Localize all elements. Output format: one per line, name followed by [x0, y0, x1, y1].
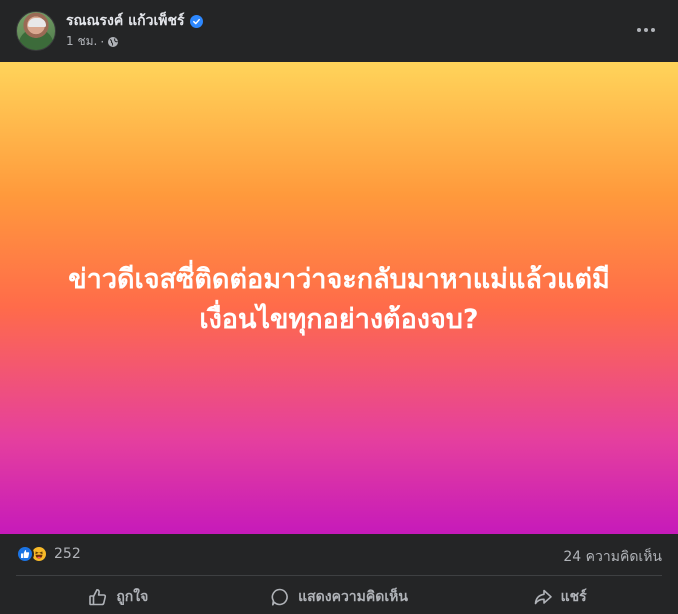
share-arrow-icon: [533, 587, 553, 607]
post-text-line-2: เงื่อนไขทุกอย่างต้องจบ?: [199, 304, 479, 335]
verified-badge-icon: [189, 14, 203, 28]
actions-divider: [16, 575, 662, 576]
post-stats: 252 24 ความคิดเห็น: [0, 534, 678, 576]
like-label: ถูกใจ: [116, 589, 149, 605]
post-text: ข่าวดีเจสซี่ติดต่อมาว่าจะกลับมาหาแม่แล้ว…: [19, 260, 659, 340]
author-avatar[interactable]: [16, 11, 56, 51]
like-icon: [16, 545, 34, 563]
reactions-summary[interactable]: 252: [16, 545, 81, 563]
share-button[interactable]: แชร์: [449, 580, 670, 614]
reactions-count: 252: [54, 546, 81, 562]
comments-count-link[interactable]: 24 ความคิดเห็น: [563, 546, 662, 568]
author-name[interactable]: รณณรงค์ แก้วเพ็ชร์: [66, 10, 185, 32]
post-text-background[interactable]: ข่าวดีเจสซี่ติดต่อมาว่าจะกลับมาหาแม่แล้ว…: [0, 62, 678, 534]
post-text-line-1: ข่าวดีเจสซี่ติดต่อมาว่าจะกลับมาหาแม่แล้ว…: [68, 264, 610, 295]
post-meta: 1 ชม. ·: [66, 32, 119, 51]
post-actions: ถูกใจ แสดงความคิดเห็น แชร์: [8, 580, 670, 614]
facebook-post: รณณรงค์ แก้วเพ็ชร์ 1 ชม. · ข่าวดีเจสซี่ต…: [0, 0, 678, 614]
post-timestamp[interactable]: 1 ชม.: [66, 32, 97, 51]
meta-separator: ·: [100, 34, 105, 49]
more-options-button[interactable]: [630, 14, 662, 46]
more-dot-icon: [644, 28, 648, 32]
more-dot-icon: [651, 28, 655, 32]
thumbs-up-icon: [88, 587, 108, 607]
comment-label: แสดงความคิดเห็น: [298, 589, 408, 605]
globe-icon[interactable]: [107, 36, 119, 48]
post-header: รณณรงค์ แก้วเพ็ชร์ 1 ชม. ·: [0, 0, 678, 62]
share-label: แชร์: [560, 589, 587, 605]
more-dot-icon: [637, 28, 641, 32]
comment-bubble-icon: [270, 587, 290, 607]
comment-button[interactable]: แสดงความคิดเห็น: [229, 580, 450, 614]
author-line: รณณรงค์ แก้วเพ็ชร์: [66, 10, 203, 32]
like-button[interactable]: ถูกใจ: [8, 580, 229, 614]
